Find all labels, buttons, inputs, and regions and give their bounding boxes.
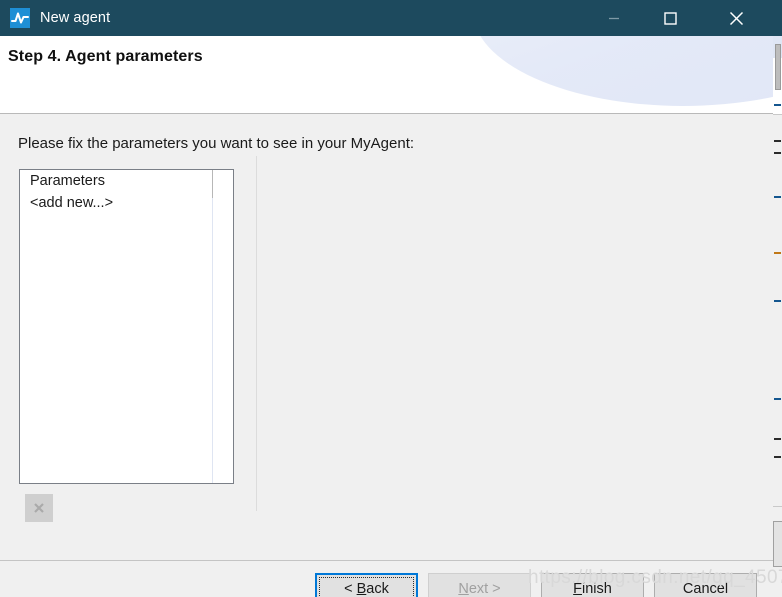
- instruction-text: Please fix the parameters you want to se…: [18, 135, 415, 152]
- list-item[interactable]: Parameters: [20, 170, 233, 192]
- background-app-divider: [773, 506, 782, 507]
- titlebar[interactable]: New agent: [0, 0, 773, 36]
- list-item[interactable]: <add new...>: [20, 192, 233, 214]
- background-app-marker: [774, 456, 781, 458]
- background-app-marker: [774, 252, 781, 254]
- cancel-button[interactable]: Cancel: [654, 573, 757, 597]
- listbox-column-divider: [212, 170, 213, 483]
- screen: New agent Step 4. Agent parameters Pleas…: [0, 0, 782, 597]
- background-app-panel: [773, 521, 782, 567]
- header-decoration: [473, 36, 773, 106]
- close-button[interactable]: [713, 0, 759, 36]
- content-vertical-divider: [256, 156, 257, 511]
- new-agent-dialog: New agent Step 4. Agent parameters Pleas…: [0, 0, 773, 597]
- background-app-marker: [774, 438, 781, 440]
- next-button[interactable]: Next >: [428, 573, 531, 597]
- close-x-icon: [33, 502, 45, 514]
- wizard-header: Step 4. Agent parameters: [0, 36, 773, 114]
- background-app-divider: [773, 114, 782, 115]
- background-app-titlebar: [773, 0, 782, 36]
- background-application[interactable]: [772, 0, 782, 597]
- finish-button[interactable]: Finish: [541, 573, 644, 597]
- wizard-body: Please fix the parameters you want to se…: [0, 114, 773, 560]
- back-button-label: < Back: [344, 580, 389, 597]
- background-app-marker: [774, 104, 781, 106]
- app-wave-icon: [10, 8, 30, 28]
- background-app-marker: [774, 300, 781, 302]
- background-app-marker: [774, 398, 781, 400]
- wizard-footer: < Back Next > Finish Cancel: [0, 560, 773, 597]
- parameters-listbox[interactable]: Parameters <add new...>: [19, 169, 234, 484]
- background-app-scrollbar[interactable]: [775, 44, 781, 90]
- wizard-button-row: < Back Next > Finish Cancel: [315, 573, 757, 597]
- remove-parameter-button[interactable]: [25, 494, 53, 522]
- window-title: New agent: [40, 10, 111, 26]
- background-app-marker: [774, 152, 781, 154]
- next-button-label: Next >: [458, 580, 501, 597]
- background-app-marker: [774, 140, 781, 142]
- page-title: Step 4. Agent parameters: [8, 48, 203, 65]
- finish-button-label: Finish: [573, 580, 612, 597]
- maximize-button[interactable]: [647, 0, 693, 36]
- background-app-marker: [774, 196, 781, 198]
- back-button[interactable]: < Back: [315, 573, 418, 597]
- minimize-button[interactable]: [591, 0, 637, 36]
